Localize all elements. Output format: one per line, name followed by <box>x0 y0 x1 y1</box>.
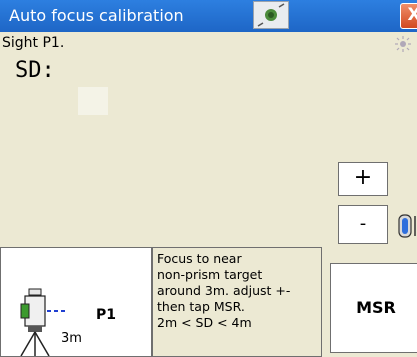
help-line: non-prism target <box>157 267 263 282</box>
focus-plus-button[interactable]: + <box>338 162 388 196</box>
help-line: 2m < SD < 4m <box>157 315 252 330</box>
help-line: Focus to near <box>157 251 242 266</box>
prism-icon[interactable] <box>397 214 417 238</box>
total-station-icon <box>20 288 67 356</box>
window-title: Auto focus calibration <box>9 6 184 25</box>
close-button[interactable]: X <box>400 3 417 29</box>
focus-diagram: P1 3m <box>0 247 152 357</box>
instruction-text: Sight P1. <box>2 35 65 51</box>
target-icon <box>253 1 289 29</box>
main-panel: Sight P1. SD: + - P1 3m Focus to near no… <box>0 32 417 357</box>
title-bar: Auto focus calibration X <box>0 0 417 32</box>
target-label: P1 <box>96 307 117 323</box>
slope-distance-value <box>78 87 108 115</box>
distance-label: 3m <box>61 331 82 346</box>
measure-button[interactable]: MSR <box>330 263 417 353</box>
help-line: around 3m. adjust +- <box>157 283 291 298</box>
help-panel: Focus to near non-prism target around 3m… <box>152 247 322 357</box>
focus-minus-button[interactable]: - <box>338 205 388 244</box>
sun-icon <box>395 36 411 52</box>
close-icon: X <box>407 5 417 25</box>
slope-distance-label: SD: <box>15 58 55 83</box>
